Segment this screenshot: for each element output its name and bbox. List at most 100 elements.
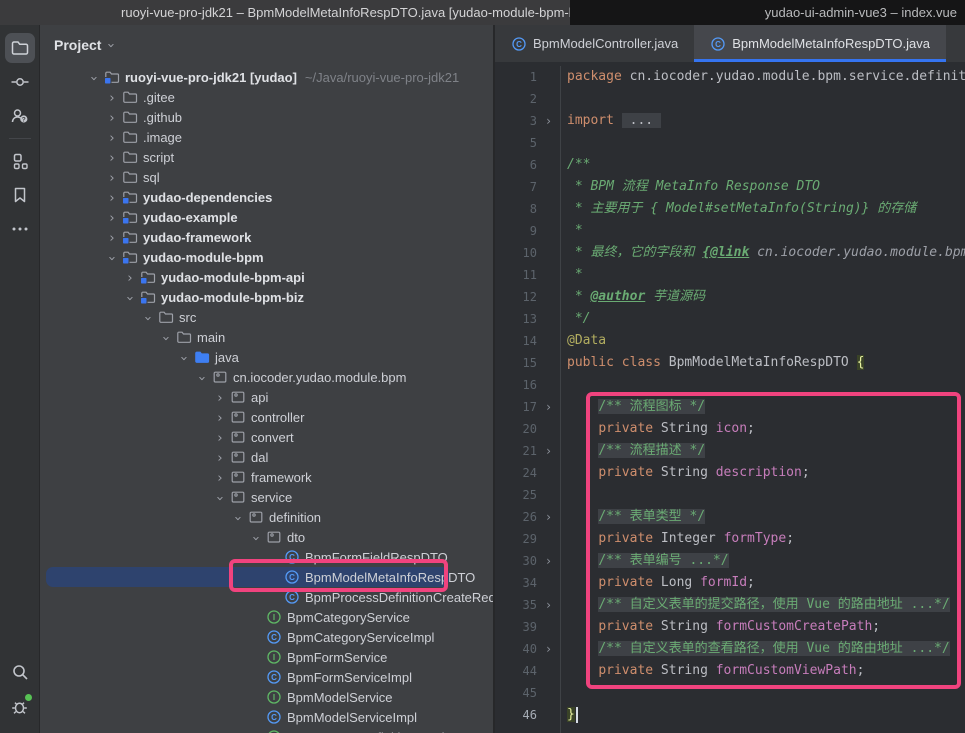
tree-row-BpmProcessDefinitionCreateReqDTO[interactable]: CBpmProcessDefinitionCreateReqDTO bbox=[40, 587, 493, 607]
fold-arrow-icon[interactable]: › bbox=[537, 506, 561, 528]
chevron-collapsed-icon[interactable]: › bbox=[102, 190, 122, 205]
chevron-expanded-icon[interactable]: › bbox=[228, 510, 248, 525]
code-line-7[interactable]: 7 * BPM 流程 MetaInfo Response DTO bbox=[495, 176, 965, 198]
code-editor[interactable]: 1package cn.iocoder.yudao.module.bpm.ser… bbox=[495, 62, 965, 733]
code-line-39[interactable]: 39 private String formCustomCreatePath; bbox=[495, 616, 965, 638]
tree-row-BpmModelService[interactable]: IBpmModelService bbox=[40, 687, 493, 707]
tree-row-.github[interactable]: ›.github bbox=[40, 107, 493, 127]
chevron-expanded-icon[interactable]: › bbox=[156, 330, 176, 345]
tree-row-BpmCategoryServiceImpl[interactable]: CBpmCategoryServiceImpl bbox=[40, 627, 493, 647]
chevron-collapsed-icon[interactable]: › bbox=[210, 470, 230, 485]
code-line-29[interactable]: 29 private Integer formType; bbox=[495, 528, 965, 550]
tree-row-BpmProcessDefinitionService[interactable]: IBpmProcessDefinitionService bbox=[40, 727, 493, 733]
code-line-40[interactable]: 40› /** 自定义表单的查看路径，使用 Vue 的路由地址 ...*/ bbox=[495, 638, 965, 660]
more-icon[interactable] bbox=[5, 214, 35, 244]
tree-row-src[interactable]: ›src bbox=[40, 307, 493, 327]
code-line-35[interactable]: 35› /** 自定义表单的提交路径，使用 Vue 的路由地址 ...*/ bbox=[495, 594, 965, 616]
code-line-8[interactable]: 8 * 主要用于 { Model#setMetaInfo(String)} 的存… bbox=[495, 198, 965, 220]
tree-row-yudao-example[interactable]: ›yudao-example bbox=[40, 207, 493, 227]
code-line-17[interactable]: 17› /** 流程图标 */ bbox=[495, 396, 965, 418]
project-panel-header[interactable]: Project › bbox=[40, 25, 493, 65]
fold-arrow-icon[interactable]: › bbox=[537, 396, 561, 418]
code-line-24[interactable]: 24 private String description; bbox=[495, 462, 965, 484]
tree-row-main[interactable]: ›main bbox=[40, 327, 493, 347]
tab-BpmModelMetaInfoRespDTO[interactable]: C BpmModelMetaInfoRespDTO.java bbox=[694, 25, 946, 62]
chevron-collapsed-icon[interactable]: › bbox=[102, 170, 122, 185]
code-line-3[interactable]: 3›import ... bbox=[495, 110, 965, 132]
tree-row-yudao-framework[interactable]: ›yudao-framework bbox=[40, 227, 493, 247]
tree-row-definition[interactable]: ›definition bbox=[40, 507, 493, 527]
chevron-collapsed-icon[interactable]: › bbox=[102, 210, 122, 225]
fold-arrow-icon[interactable]: › bbox=[537, 110, 561, 132]
chevron-collapsed-icon[interactable]: › bbox=[102, 150, 122, 165]
tree-row-controller[interactable]: ›controller bbox=[40, 407, 493, 427]
code-line-10[interactable]: 10 * 最终，它的字段和 {@link cn.iocoder.yudao.mo… bbox=[495, 242, 965, 264]
code-line-20[interactable]: 20 private String icon; bbox=[495, 418, 965, 440]
tab-BpmModelController[interactable]: C BpmModelController.java bbox=[495, 25, 694, 62]
chevron-collapsed-icon[interactable]: › bbox=[210, 450, 230, 465]
code-line-5[interactable]: 5 bbox=[495, 132, 965, 154]
tree-row-framework[interactable]: ›framework bbox=[40, 467, 493, 487]
chevron-expanded-icon[interactable]: › bbox=[192, 370, 212, 385]
tree-row-.image[interactable]: ›.image bbox=[40, 127, 493, 147]
chevron-expanded-icon[interactable]: › bbox=[210, 490, 230, 505]
tree-row-sql[interactable]: ›sql bbox=[40, 167, 493, 187]
code-line-9[interactable]: 9 * bbox=[495, 220, 965, 242]
fold-arrow-icon[interactable]: › bbox=[537, 594, 561, 616]
tree-row-BpmModelServiceImpl[interactable]: CBpmModelServiceImpl bbox=[40, 707, 493, 727]
tree-row-convert[interactable]: ›convert bbox=[40, 427, 493, 447]
code-line-21[interactable]: 21› /** 流程描述 */ bbox=[495, 440, 965, 462]
code-line-34[interactable]: 34 private Long formId; bbox=[495, 572, 965, 594]
pull-requests-icon[interactable]: ? bbox=[5, 101, 35, 131]
tree-row-BpmCategoryService[interactable]: IBpmCategoryService bbox=[40, 607, 493, 627]
code-line-6[interactable]: 6/** bbox=[495, 154, 965, 176]
tree-row-java[interactable]: ›java bbox=[40, 347, 493, 367]
tree-row-service[interactable]: ›service bbox=[40, 487, 493, 507]
tree-row-yudao-module-bpm-api[interactable]: ›yudao-module-bpm-api bbox=[40, 267, 493, 287]
code-line-15[interactable]: 15public class BpmModelMetaInfoRespDTO { bbox=[495, 352, 965, 374]
tree-row-BpmFormService[interactable]: IBpmFormService bbox=[40, 647, 493, 667]
tree-row-api[interactable]: ›api bbox=[40, 387, 493, 407]
tree-row-dto[interactable]: ›dto bbox=[40, 527, 493, 547]
chevron-collapsed-icon[interactable]: › bbox=[102, 230, 122, 245]
chevron-expanded-icon[interactable]: › bbox=[246, 530, 266, 545]
chevron-collapsed-icon[interactable]: › bbox=[102, 110, 122, 125]
chevron-collapsed-icon[interactable]: › bbox=[210, 410, 230, 425]
chevron-collapsed-icon[interactable]: › bbox=[102, 130, 122, 145]
fold-arrow-icon[interactable]: › bbox=[537, 550, 561, 572]
chevron-expanded-icon[interactable]: › bbox=[102, 250, 122, 265]
tree-row-.gitee[interactable]: ›.gitee bbox=[40, 87, 493, 107]
code-line-11[interactable]: 11 * bbox=[495, 264, 965, 286]
tree-row-yudao-module-bpm-biz[interactable]: ›yudao-module-bpm-biz bbox=[40, 287, 493, 307]
code-line-2[interactable]: 2 bbox=[495, 88, 965, 110]
code-line-14[interactable]: 14@Data bbox=[495, 330, 965, 352]
chevron-expanded-icon[interactable]: › bbox=[174, 350, 194, 365]
bug-icon[interactable] bbox=[5, 691, 35, 721]
chevron-expanded-icon[interactable]: › bbox=[138, 310, 158, 325]
code-line-44[interactable]: 44 private String formCustomViewPath; bbox=[495, 660, 965, 682]
search-icon[interactable] bbox=[5, 657, 35, 687]
bookmarks-icon[interactable] bbox=[5, 180, 35, 210]
chevron-collapsed-icon[interactable]: › bbox=[102, 90, 122, 105]
code-line-25[interactable]: 25 bbox=[495, 484, 965, 506]
fold-arrow-icon[interactable]: › bbox=[537, 638, 561, 660]
tree-row-yudao-dependencies[interactable]: ›yudao-dependencies bbox=[40, 187, 493, 207]
tree-row-cn.iocoder.yudao.module.bpm[interactable]: ›cn.iocoder.yudao.module.bpm bbox=[40, 367, 493, 387]
code-line-13[interactable]: 13 */ bbox=[495, 308, 965, 330]
code-line-12[interactable]: 12 * @author 芋道源码 bbox=[495, 286, 965, 308]
commit-icon[interactable] bbox=[5, 67, 35, 97]
chevron-expanded-icon[interactable]: › bbox=[120, 290, 140, 305]
structure-icon[interactable] bbox=[5, 146, 35, 176]
tree-row-yudao-module-bpm[interactable]: ›yudao-module-bpm bbox=[40, 247, 493, 267]
project-folder-icon[interactable] bbox=[5, 33, 35, 63]
code-line-26[interactable]: 26› /** 表单类型 */ bbox=[495, 506, 965, 528]
fold-arrow-icon[interactable]: › bbox=[537, 440, 561, 462]
chevron-expanded-icon[interactable]: › bbox=[84, 70, 104, 85]
tree-row-BpmModelMetaInfoRespDTO[interactable]: CBpmModelMetaInfoRespDTO bbox=[40, 567, 493, 587]
tree-row-dal[interactable]: ›dal bbox=[40, 447, 493, 467]
chevron-collapsed-icon[interactable]: › bbox=[210, 390, 230, 405]
chevron-collapsed-icon[interactable]: › bbox=[120, 270, 140, 285]
tree-row-BpmFormServiceImpl[interactable]: CBpmFormServiceImpl bbox=[40, 667, 493, 687]
chevron-collapsed-icon[interactable]: › bbox=[210, 430, 230, 445]
code-line-16[interactable]: 16 bbox=[495, 374, 965, 396]
